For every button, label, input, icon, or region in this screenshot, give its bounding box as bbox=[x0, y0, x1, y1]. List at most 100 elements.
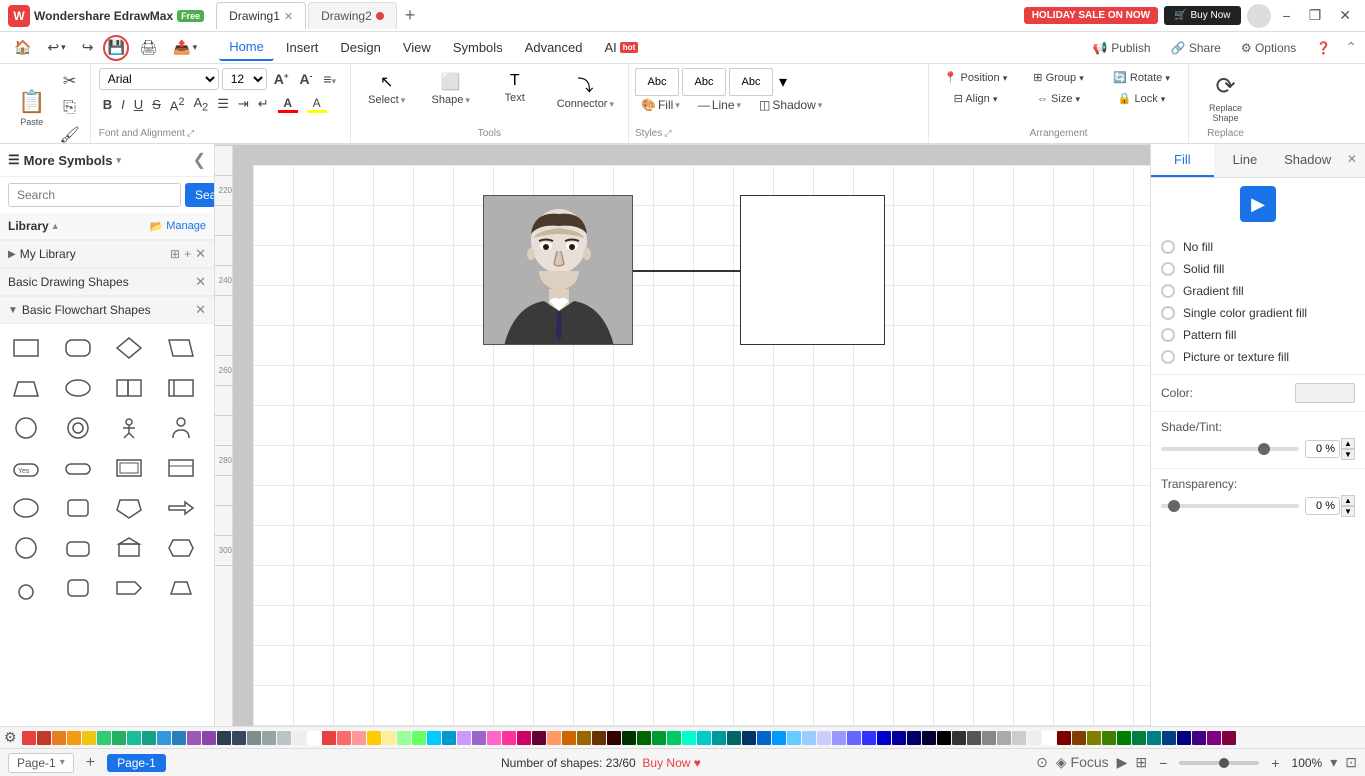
tab-drawing1[interactable]: Drawing1 ✕ bbox=[216, 2, 306, 29]
close-button[interactable]: ✕ bbox=[1333, 5, 1357, 26]
shadow-button[interactable]: ◫ Shadow ▾ bbox=[753, 96, 828, 114]
shape-small-circle[interactable] bbox=[6, 570, 46, 606]
picture-texture-radio[interactable] bbox=[1161, 350, 1175, 364]
shape-split-rect[interactable] bbox=[109, 370, 149, 406]
list-style-button[interactable]: ☰ bbox=[213, 94, 233, 114]
palette-color-cell[interactable] bbox=[982, 731, 996, 745]
style-sample-1[interactable]: Abc bbox=[635, 68, 679, 96]
menu-symbols[interactable]: Symbols bbox=[443, 35, 513, 60]
shape-circle2[interactable] bbox=[6, 530, 46, 566]
palette-color-cell[interactable] bbox=[727, 731, 741, 745]
shade-thumb[interactable] bbox=[1258, 443, 1270, 455]
transparency-thumb[interactable] bbox=[1168, 500, 1180, 512]
single-color-gradient-option[interactable]: Single color gradient fill bbox=[1161, 306, 1355, 320]
export-button[interactable]: 📤▾ bbox=[167, 35, 203, 60]
palette-color-cell[interactable] bbox=[862, 731, 876, 745]
palette-color-cell[interactable] bbox=[517, 731, 531, 745]
indent-button[interactable]: ⇥ bbox=[234, 94, 253, 114]
palette-color-cell[interactable] bbox=[37, 731, 51, 745]
transparency-slider[interactable] bbox=[1161, 504, 1299, 508]
font-size-select[interactable]: 12 bbox=[222, 68, 267, 90]
zoom-out-button[interactable]: − bbox=[1155, 753, 1171, 773]
basic-drawing-section[interactable]: Basic Drawing Shapes ✕ bbox=[0, 268, 214, 296]
palette-color-cell[interactable] bbox=[82, 731, 96, 745]
manage-button[interactable]: 📂 Manage bbox=[150, 220, 206, 233]
palette-color-cell[interactable] bbox=[157, 731, 171, 745]
group-button[interactable]: ⊞ Group ▾ bbox=[1018, 68, 1099, 87]
basic-drawing-close[interactable]: ✕ bbox=[195, 274, 206, 290]
menu-home[interactable]: Home bbox=[219, 34, 274, 61]
palette-color-cell[interactable] bbox=[352, 731, 366, 745]
palette-settings-icon[interactable]: ⚙ bbox=[4, 729, 17, 746]
palette-color-cell[interactable] bbox=[562, 731, 576, 745]
shape-yes-flow[interactable]: Yes bbox=[6, 450, 46, 486]
zoom-preset-button[interactable]: ▾ bbox=[1330, 754, 1337, 771]
palette-color-cell[interactable] bbox=[22, 731, 36, 745]
format-painter-button[interactable]: 🖌 bbox=[55, 122, 83, 144]
style-sample-2[interactable]: Abc bbox=[682, 68, 726, 96]
shape-arrow-shape[interactable] bbox=[109, 570, 149, 606]
save-button[interactable]: 💾 bbox=[103, 35, 129, 61]
shape-rectangle[interactable] bbox=[6, 330, 46, 366]
transparency-value-input[interactable] bbox=[1305, 497, 1340, 515]
page-tab-1[interactable]: Page-1 ▾ bbox=[8, 753, 74, 773]
palette-color-cell[interactable] bbox=[382, 731, 396, 745]
connector-tool-button[interactable]: ⤵ Connector ▾ bbox=[549, 68, 622, 114]
shape-circle[interactable] bbox=[6, 410, 46, 446]
shape-person-bust[interactable] bbox=[161, 410, 201, 446]
pattern-fill-option[interactable]: Pattern fill bbox=[1161, 328, 1355, 342]
underline-button[interactable]: U bbox=[130, 95, 147, 114]
zoom-in-button[interactable]: + bbox=[1267, 753, 1283, 773]
replace-shape-button[interactable]: ⟳ ReplaceShape bbox=[1201, 68, 1250, 127]
palette-color-cell[interactable] bbox=[127, 731, 141, 745]
palette-color-cell[interactable] bbox=[697, 731, 711, 745]
palette-color-cell[interactable] bbox=[832, 731, 846, 745]
palette-color-cell[interactable] bbox=[247, 731, 261, 745]
palette-color-cell[interactable] bbox=[1162, 731, 1176, 745]
single-color-gradient-radio[interactable] bbox=[1161, 306, 1175, 320]
palette-color-cell[interactable] bbox=[802, 731, 816, 745]
palette-color-cell[interactable] bbox=[1192, 731, 1206, 745]
shape-tool-button[interactable]: ⬜ Shape ▾ bbox=[421, 68, 481, 114]
palette-color-cell[interactable] bbox=[1132, 731, 1146, 745]
shape-image-jfk[interactable] bbox=[483, 195, 633, 345]
palette-color-cell[interactable] bbox=[637, 731, 651, 745]
my-library-section[interactable]: ▶ My Library ⊞ + ✕ bbox=[0, 240, 214, 268]
palette-color-cell[interactable] bbox=[892, 731, 906, 745]
palette-color-cell[interactable] bbox=[277, 731, 291, 745]
palette-color-cell[interactable] bbox=[1147, 731, 1161, 745]
palette-color-cell[interactable] bbox=[142, 731, 156, 745]
palette-color-cell[interactable] bbox=[202, 731, 216, 745]
basic-flowchart-section[interactable]: ▼ Basic Flowchart Shapes ✕ bbox=[0, 296, 214, 324]
palette-color-cell[interactable] bbox=[757, 731, 771, 745]
buy-now-button[interactable]: 🛒 Buy Now bbox=[1164, 6, 1240, 25]
font-family-select[interactable]: Arial bbox=[99, 68, 219, 90]
tab-drawing1-close[interactable]: ✕ bbox=[284, 10, 293, 23]
focus-button[interactable]: ◈ Focus bbox=[1056, 754, 1109, 771]
panel-close-button[interactable]: ✕ bbox=[1339, 144, 1365, 177]
menu-view[interactable]: View bbox=[393, 35, 441, 60]
outdent-button[interactable]: ↵ bbox=[254, 94, 273, 114]
ribbon-collapse-button[interactable]: ⌃ bbox=[1345, 39, 1357, 56]
styles-expand-button[interactable]: ⤢ bbox=[664, 128, 671, 139]
shape-rounded-rectangle[interactable] bbox=[58, 330, 98, 366]
palette-color-cell[interactable] bbox=[472, 731, 486, 745]
text-color-button[interactable]: A bbox=[274, 94, 302, 115]
paste-button[interactable]: 📋 Paste bbox=[10, 85, 53, 131]
palette-color-cell[interactable] bbox=[712, 731, 726, 745]
palette-color-cell[interactable] bbox=[412, 731, 426, 745]
palette-color-cell[interactable] bbox=[667, 731, 681, 745]
menu-insert[interactable]: Insert bbox=[276, 35, 329, 60]
palette-color-cell[interactable] bbox=[502, 731, 516, 745]
shade-slider[interactable] bbox=[1161, 447, 1299, 451]
palette-color-cell[interactable] bbox=[592, 731, 606, 745]
gradient-fill-radio[interactable] bbox=[1161, 284, 1175, 298]
text-tool-button[interactable]: T Text bbox=[485, 68, 545, 114]
palette-color-cell[interactable] bbox=[337, 731, 351, 745]
zoom-thumb[interactable] bbox=[1219, 758, 1229, 768]
palette-color-cell[interactable] bbox=[1057, 731, 1071, 745]
no-fill-option[interactable]: No fill bbox=[1161, 240, 1355, 254]
search-input[interactable] bbox=[8, 183, 181, 207]
fit-window-button[interactable]: ⊡ bbox=[1345, 754, 1357, 771]
palette-color-cell[interactable] bbox=[397, 731, 411, 745]
